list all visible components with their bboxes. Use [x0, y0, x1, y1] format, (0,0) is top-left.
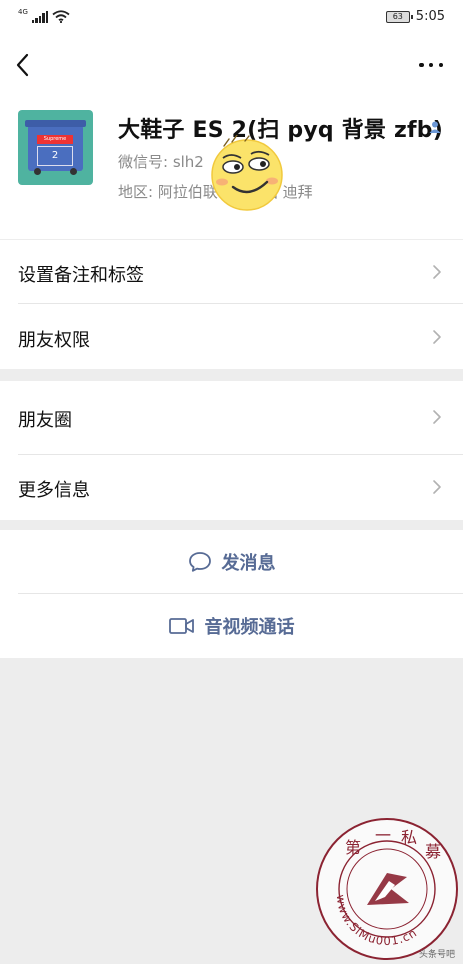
- watermark-corner-text: 头条号吧: [419, 948, 455, 960]
- watermark-logo: 第 一 私 募 www.SiMu001.cn 头条号吧: [316, 818, 458, 960]
- signal-icon: [31, 11, 49, 23]
- remarks-tags-label: 设置备注和标签: [18, 265, 144, 286]
- bin-number: 2: [37, 146, 73, 166]
- video-camera-icon: [168, 618, 194, 634]
- chevron-right-icon: [433, 265, 441, 279]
- battery-icon: 63: [385, 10, 413, 23]
- chevron-right-icon: [433, 410, 441, 424]
- video-call-button[interactable]: 音视频通话: [0, 594, 463, 658]
- video-call-label: 音视频通话: [204, 617, 295, 638]
- wechat-id: 微信号: slh2: [118, 153, 204, 171]
- person-icon: [429, 121, 441, 133]
- trash-bin-icon: Supreme 2: [25, 120, 86, 175]
- clock: 5:05: [415, 9, 445, 24]
- smirk-emoji-icon: [211, 135, 283, 211]
- status-bar: 4G 63 5:05: [0, 0, 463, 36]
- network-type: 4G: [18, 8, 28, 16]
- back-icon[interactable]: [14, 51, 32, 79]
- watermark-char: 一: [375, 826, 391, 845]
- remarks-tags-row[interactable]: 设置备注和标签: [0, 240, 463, 304]
- permissions-label: 朋友权限: [18, 330, 90, 351]
- watermark-char: 第: [345, 838, 361, 857]
- moments-row[interactable]: 朋友圈: [0, 381, 463, 455]
- watermark-char: 募: [425, 842, 441, 861]
- nav-bar: [0, 36, 463, 98]
- avatar[interactable]: Supreme 2: [18, 110, 93, 185]
- wifi-icon: [52, 10, 70, 23]
- chat-bubble-icon: [188, 552, 211, 572]
- chevron-right-icon: [433, 480, 441, 494]
- permissions-row[interactable]: 朋友权限: [0, 304, 463, 369]
- moments-label: 朋友圈: [18, 410, 72, 431]
- watermark-char: 私: [401, 828, 417, 847]
- bin-label: Supreme: [37, 135, 73, 144]
- more-info-row[interactable]: 更多信息: [0, 455, 463, 520]
- send-message-button[interactable]: 发消息: [0, 530, 463, 594]
- more-info-label: 更多信息: [18, 480, 90, 501]
- send-message-label: 发消息: [221, 553, 276, 574]
- more-options-icon[interactable]: [419, 53, 443, 77]
- chevron-right-icon: [433, 330, 441, 344]
- profile-card: Supreme 2 大鞋子 ES 2(扫 pyq 背景 zfb) 微信号: sl…: [0, 98, 463, 239]
